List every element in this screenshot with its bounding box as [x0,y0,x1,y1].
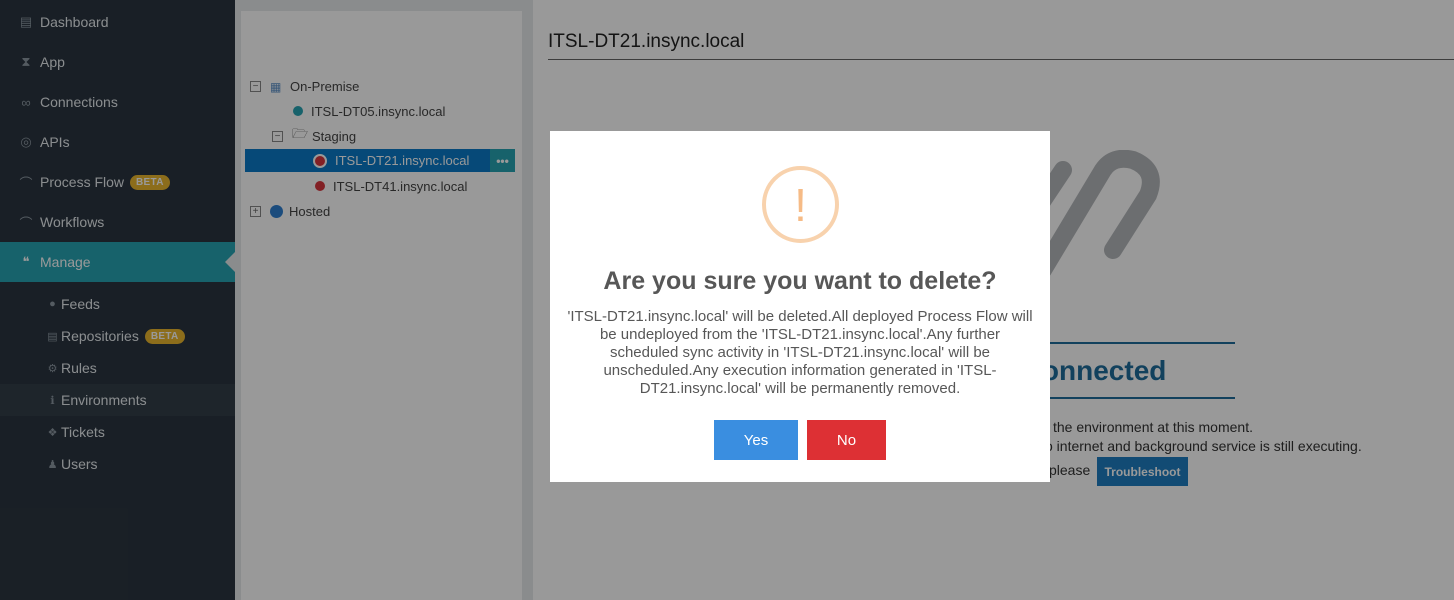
dialog-message: 'ITSL-DT21.insync.local' will be deleted… [567,308,1033,397]
yes-button[interactable]: Yes [714,420,798,460]
delete-confirm-dialog: ! Are you sure you want to delete? 'ITSL… [550,131,1050,482]
dialog-title: Are you sure you want to delete? [603,267,997,295]
no-button[interactable]: No [807,420,886,460]
warning-icon: ! [762,166,839,243]
